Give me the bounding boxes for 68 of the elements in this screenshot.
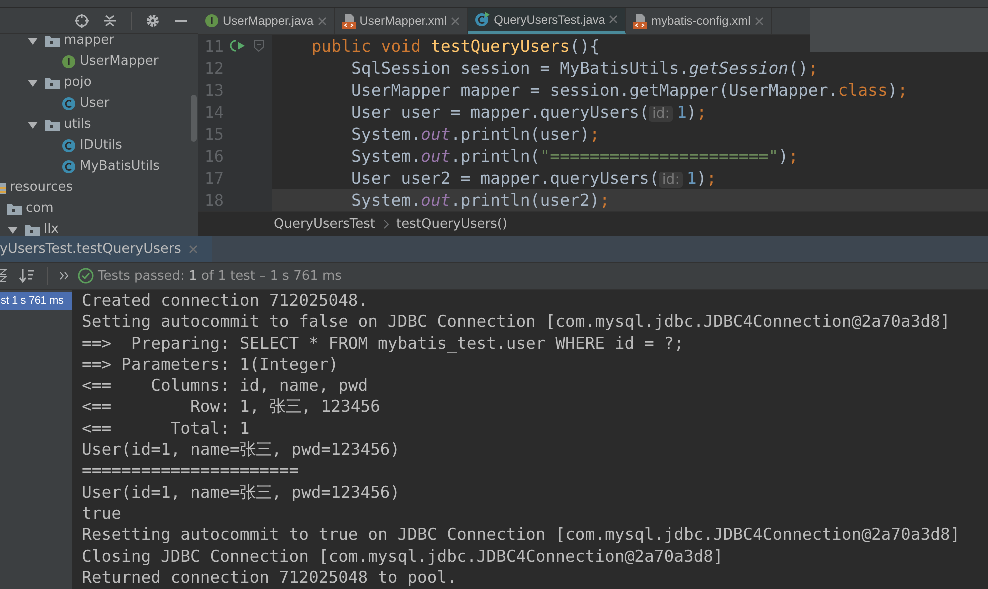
console-line: ==> Preparing: SELECT * FROM mybatis_test.user WHERE id = ?; [82, 332, 685, 354]
tree-item-label[interactable]: com [26, 200, 54, 216]
sort-by-duration-icon[interactable] [19, 269, 35, 283]
run-tab[interactable]: yUsersTest.testQueryUsers [0, 236, 212, 262]
tree-item-label[interactable]: User [80, 96, 110, 112]
console-line: Setting autocommit to false on JDBC Connection [com.mysql.jdbc.JDBC4Connection@2a70a3d8] [82, 311, 952, 333]
code-line: User user2 = mapper.queryUsers( id: 1); [351, 168, 717, 188]
scrollbar[interactable] [191, 95, 197, 142]
expanded-arrow-icon[interactable] [28, 78, 38, 88]
console-line: Closing JDBC Connection [com.mysql.jdbc.JDBC4Connection@2a70a3d8] [82, 546, 724, 567]
code-line: User user = mapper.queryUsers( id: 1); [351, 102, 707, 122]
console-line: Returned connection 712025048 to pool. [82, 566, 458, 588]
class-icon [62, 160, 76, 174]
tree-item-label[interactable]: IDUtils [80, 138, 122, 154]
console-line: User(id=1, name=张三, pwd=123456) [82, 482, 402, 503]
tree-item-label[interactable]: mapper [64, 32, 114, 48]
folder-icon [7, 202, 22, 214]
interface-icon [205, 14, 219, 28]
code-line: System.out.println(user); [351, 124, 600, 144]
expanded-arrow-icon[interactable] [28, 36, 38, 46]
code-line: public void testQueryUsers(){ [312, 36, 600, 56]
code-line: System.out.println(user2); [351, 190, 610, 210]
sort-alphabetically-icon[interactable] [0, 269, 8, 283]
class-icon [62, 138, 76, 152]
test-result-item[interactable]: st 1 s 761 ms [0, 292, 72, 310]
expanded-arrow-icon[interactable] [8, 224, 18, 234]
package-folder-icon [45, 34, 60, 46]
code-line: System.out.println("======================"); [351, 146, 799, 166]
editor-tab[interactable]: UserMapper.java [198, 8, 335, 34]
editor-tab[interactable]: mybatis-config.xml [626, 8, 772, 34]
test-passed-icon [78, 268, 94, 284]
resources-folder-icon [0, 182, 6, 194]
console-line: <== Total: 1 [82, 418, 251, 440]
close-icon[interactable] [609, 15, 618, 24]
console-line: Created connection 712025048. [82, 290, 370, 312]
test-status: Tests passed: 1 of 1 test – 1 s 761 ms [98, 268, 342, 284]
xml-file-icon [342, 14, 356, 28]
console-line: <== Row: 1, 张三, 123456 [82, 396, 382, 418]
run-icon[interactable] [230, 39, 246, 53]
test-class-icon [475, 12, 490, 27]
tree-item-label[interactable]: resources [10, 180, 74, 196]
tree-item-label[interactable]: llx [44, 222, 59, 236]
package-folder-icon [45, 76, 60, 88]
tree-item-label[interactable]: UserMapper [80, 54, 159, 70]
console-line: true [82, 502, 122, 524]
console-line: User(id=1, name=张三, pwd=123456) [82, 439, 402, 460]
chevron-right-icon [384, 220, 389, 228]
expanded-arrow-icon[interactable] [28, 120, 38, 130]
console-line: ====================== [82, 460, 300, 482]
console-line: Resetting autocommit to true on JDBC Connection [com.mysql.jdbc.JDBC4Connection@2a70a3d8] [82, 524, 962, 546]
class-icon [62, 96, 76, 110]
console-line: <== Columns: id, name, pwd [82, 375, 370, 396]
package-folder-icon [45, 118, 60, 130]
collapse-all-icon[interactable] [103, 14, 117, 28]
target-icon[interactable] [75, 14, 89, 28]
code-line: SqlSession session = MyBatisUtils.getSession(); [351, 58, 818, 78]
double-chevron-icon[interactable] [60, 272, 69, 280]
breadcrumb-item[interactable]: testQueryUsers() [396, 216, 508, 232]
tree-item-label[interactable]: MyBatisUtils [80, 158, 160, 174]
settings-icon[interactable] [146, 14, 160, 28]
tree-item-label[interactable]: utils [64, 116, 92, 132]
xml-file-icon [633, 14, 648, 28]
tree-item-label[interactable]: pojo [64, 74, 92, 90]
console-line: ==> Parameters: 1(Integer) [82, 354, 340, 376]
editor-tab[interactable]: QueryUsersTest.java [468, 8, 626, 34]
interface-icon [62, 54, 76, 68]
breadcrumb-item[interactable]: QueryUsersTest [274, 216, 376, 232]
code-line: UserMapper mapper = session.getMapper(UserMapper.class); [351, 80, 908, 100]
